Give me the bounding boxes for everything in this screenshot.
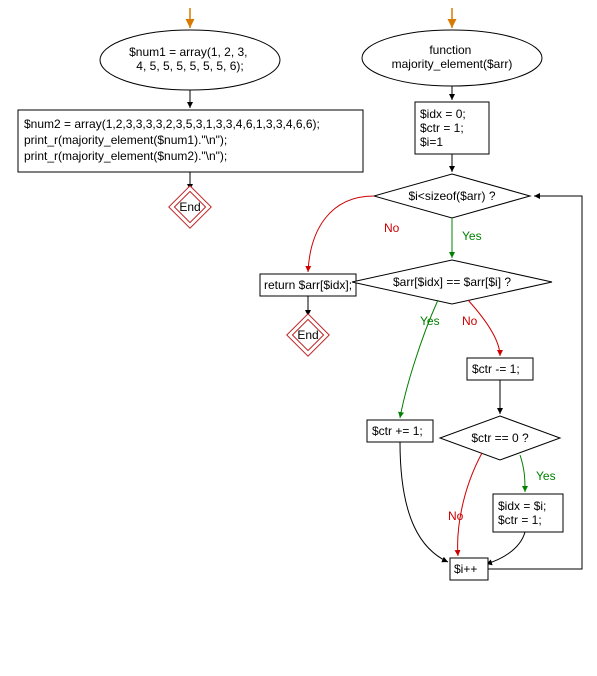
label-yes-1: Yes — [462, 229, 482, 243]
label-no-3: No — [448, 509, 464, 523]
func-ctr-inc-text: $ctr += 1; — [372, 424, 423, 438]
label-yes-3: Yes — [536, 469, 556, 483]
edge-zero-yes — [520, 455, 525, 492]
main-end-node: End — [169, 186, 211, 228]
label-no-2: No — [462, 314, 478, 328]
func-return-text: return $arr[$idx]; — [264, 278, 352, 292]
label-yes-2: Yes — [420, 314, 440, 328]
func-ipp-text: $i++ — [454, 562, 477, 576]
func-zero-cond-text: $ctr == 0 ? — [471, 431, 529, 445]
func-end-node: End — [287, 314, 329, 356]
main-start-text: $num1 = array(1, 2, 3, 4, 5, 5, 5, 5, 5,… — [129, 45, 251, 73]
svg-text:End: End — [297, 328, 318, 342]
svg-text:End: End — [179, 200, 200, 214]
edge-inc-to-ipp-1 — [400, 442, 448, 562]
func-loop-cond-text: $i<sizeof($arr) ? — [408, 189, 495, 203]
edge-loop-no — [308, 196, 374, 272]
label-no-1: No — [384, 221, 400, 235]
edge-zero-no — [458, 453, 482, 556]
func-eq-cond-text: $arr[$idx] == $arr[$i] ? — [393, 275, 511, 289]
edge-eq-no — [468, 300, 500, 356]
func-ctr-dec-text: $ctr -= 1; — [472, 362, 520, 376]
edge-reset-to-ipp — [486, 532, 525, 564]
flowchart-canvas: $num1 = array(1, 2, 3, 4, 5, 5, 5, 5, 5,… — [0, 0, 597, 676]
